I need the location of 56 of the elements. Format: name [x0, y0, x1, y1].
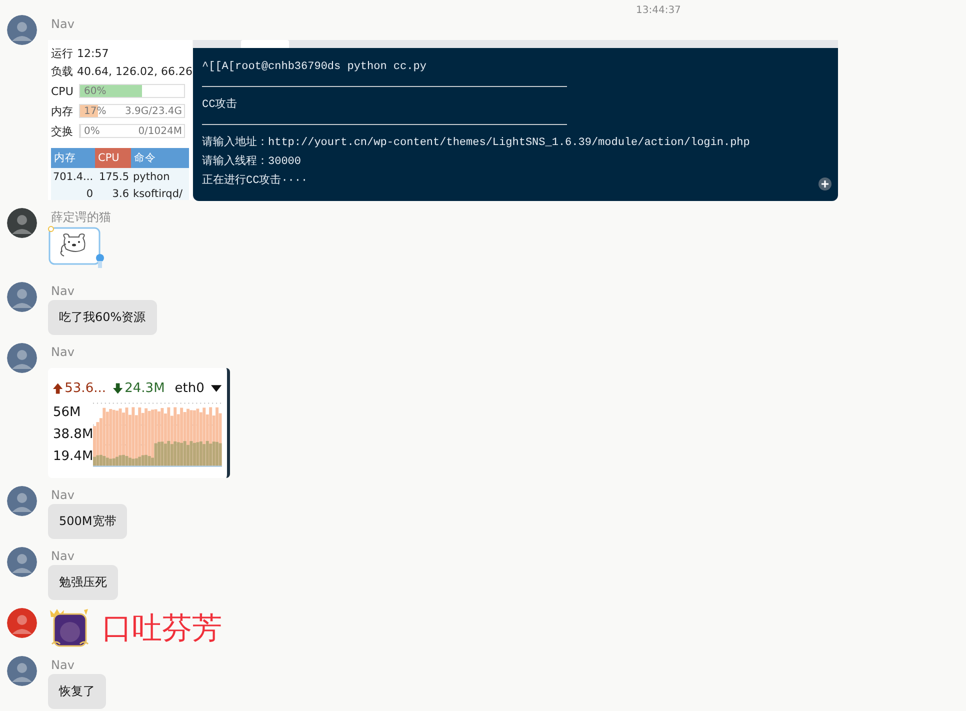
terminal-line: 请输入线程：30000 — [202, 154, 302, 170]
meter-label: CPU — [51, 84, 74, 98]
message-bubble: 吃了我60%资源 — [48, 300, 157, 335]
avatar[interactable] — [7, 486, 37, 516]
axis-label: 19.4M — [53, 448, 93, 466]
table-cell: 701.4... — [51, 168, 95, 185]
avatar[interactable] — [7, 656, 37, 686]
interface-name: eth0 — [174, 380, 204, 396]
terminal-line: 请输入地址：http://yourt.cn/wp-content/themes/LightSNS_1.6.39/module/action/login.php — [202, 135, 750, 151]
axis-label: 38.8M — [53, 426, 93, 444]
meter-label: 内存 — [51, 104, 74, 118]
stat-value: 12:57 — [77, 46, 109, 60]
message-bubble: 勉强压死 — [48, 565, 118, 600]
column-header[interactable]: 内存 — [51, 148, 95, 168]
table-cell: ksoftirqd/ — [131, 185, 189, 200]
download-speed: 24.3M — [124, 380, 165, 396]
terminal-line: CC攻击 — [202, 97, 238, 113]
sender-name: Nav — [51, 345, 74, 359]
stat-value: 40.64, 126.02, 66.26 — [77, 64, 192, 78]
caret-icon — [211, 384, 222, 392]
stat-label: 负载 — [51, 64, 73, 78]
axis-label: 56M — [53, 404, 82, 422]
meter-value: 0% — [83, 126, 100, 136]
avatar[interactable] — [7, 282, 37, 312]
table-cell: 0 — [51, 185, 95, 200]
terminal-line: ^[[A[root@cnhb36790ds python cc.py — [202, 60, 426, 75]
download-arrow-icon — [112, 382, 123, 394]
sender-name: Nav — [51, 17, 74, 31]
avatar[interactable] — [7, 343, 37, 373]
zoom-in-icon[interactable] — [818, 177, 832, 191]
table-cell: python — [131, 168, 189, 185]
meter-value: 60% — [83, 86, 106, 96]
avatar[interactable] — [7, 547, 37, 577]
sender-name: Nav — [51, 488, 74, 502]
upload-speed: 53.6... — [64, 380, 106, 396]
stat-label: 运行 — [51, 46, 73, 60]
message-bubble: 500M宽带 — [48, 504, 128, 539]
message-bubble: 恢复了 — [48, 674, 106, 709]
upload-arrow-icon — [53, 382, 63, 394]
emote-text: 口吐芬芳 — [102, 610, 222, 648]
sender-name: 薛定谔的猫 — [51, 210, 111, 224]
table-cell: 175.5 — [95, 168, 131, 185]
terminal-line: 正在进行CC攻击···· — [202, 173, 308, 189]
timestamp: 13:44:37 — [636, 6, 681, 15]
meter-label: 交换 — [51, 124, 74, 138]
meter-detail: 0/1024M — [138, 126, 182, 136]
table-cell: 3.6 — [95, 185, 131, 200]
avatar[interactable] — [7, 608, 37, 638]
column-header[interactable]: CPU — [95, 148, 131, 168]
sender-name: Nav — [51, 549, 74, 563]
sender-name: Nav — [51, 284, 74, 298]
column-header[interactable]: 命令 — [131, 148, 189, 168]
sender-name: Nav — [51, 658, 74, 672]
avatar[interactable] — [7, 15, 37, 45]
meter-detail: 3.9G/23.4G — [124, 106, 182, 116]
avatar[interactable] — [7, 208, 37, 238]
